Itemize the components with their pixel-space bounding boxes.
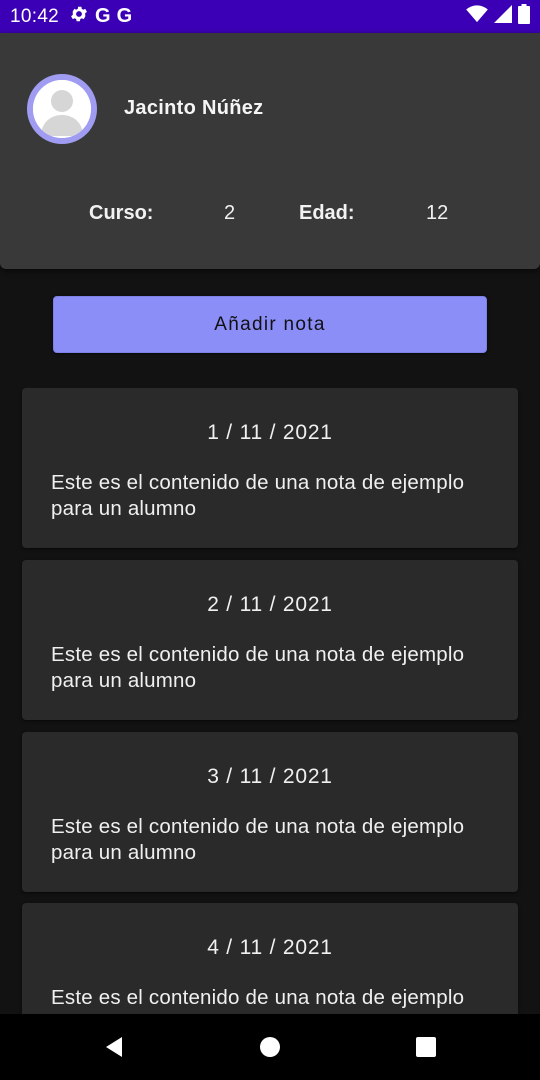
navigation-bar (0, 1014, 540, 1080)
person-icon (33, 80, 91, 138)
notes-list[interactable]: 1 / 11 / 2021 Este es el contenido de un… (0, 388, 540, 1014)
status-time: 10:42 (10, 5, 60, 27)
profile-card: Jacinto Núñez Curso: 2 Edad: 12 (0, 33, 540, 269)
note-card[interactable]: 4 / 11 / 2021 Este es el contenido de un… (22, 903, 518, 1014)
add-note-button[interactable]: Añadir nota (53, 296, 487, 353)
note-card[interactable]: 1 / 11 / 2021 Este es el contenido de un… (22, 388, 518, 548)
note-card[interactable]: 3 / 11 / 2021 Este es el contenido de un… (22, 732, 518, 892)
back-icon[interactable] (74, 1014, 154, 1080)
note-date: 1 / 11 / 2021 (207, 421, 333, 444)
recents-icon[interactable] (386, 1014, 466, 1080)
note-card[interactable]: 2 / 11 / 2021 Este es el contenido de un… (22, 560, 518, 720)
signal-icon (494, 5, 512, 28)
battery-icon (518, 4, 530, 29)
avatar (27, 74, 97, 144)
wifi-icon (466, 5, 488, 28)
student-name: Jacinto Núñez (124, 97, 264, 119)
status-bar: 10:42 G G (0, 0, 540, 33)
note-date: 3 / 11 / 2021 (207, 765, 333, 788)
gear-icon (69, 4, 89, 29)
google-icon: G (95, 5, 111, 27)
note-date: 2 / 11 / 2021 (207, 593, 333, 616)
edad-label: Edad: (299, 202, 355, 224)
note-content: Este es el contenido de una nota de ejem… (51, 986, 465, 1014)
home-icon[interactable] (230, 1014, 310, 1080)
google-icon: G (116, 5, 133, 27)
curso-value: 2 (224, 202, 236, 224)
note-content: Este es el contenido de una nota de ejem… (51, 815, 465, 864)
edad-value: 12 (426, 202, 449, 224)
note-content: Este es el contenido de una nota de ejem… (51, 471, 465, 520)
note-content: Este es el contenido de una nota de ejem… (51, 643, 465, 692)
note-date: 4 / 11 / 2021 (207, 936, 333, 959)
curso-label: Curso: (89, 202, 154, 224)
